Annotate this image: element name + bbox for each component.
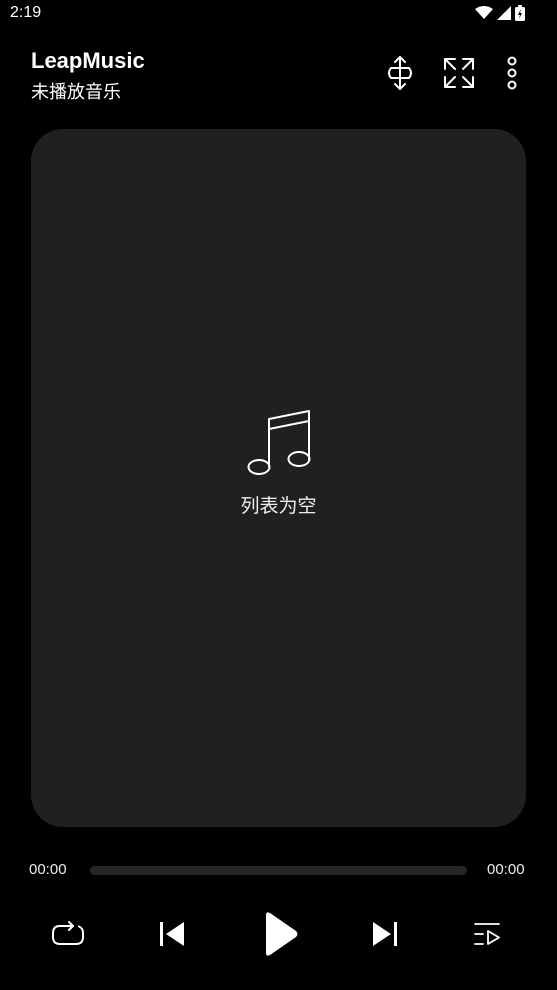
- more-options-button[interactable]: [494, 54, 530, 92]
- signal-icon: [497, 6, 511, 20]
- empty-state: 列表为空: [31, 409, 526, 518]
- wifi-icon: [475, 6, 493, 19]
- repeat-icon: [52, 921, 84, 945]
- current-time: 00:00: [29, 861, 67, 878]
- status-icons: [475, 5, 525, 21]
- play-button[interactable]: [256, 910, 304, 958]
- status-time: 2:19: [10, 4, 42, 21]
- next-button[interactable]: [361, 910, 409, 958]
- fullscreen-icon: [444, 58, 474, 88]
- playlist-button[interactable]: [464, 910, 512, 958]
- fullscreen-button[interactable]: [441, 54, 477, 92]
- progress-slider[interactable]: [90, 866, 467, 875]
- playlist-icon: [474, 923, 500, 945]
- empty-list-text: 列表为空: [240, 495, 317, 517]
- app-title: LeapMusic: [31, 48, 145, 73]
- next-icon: [373, 922, 397, 946]
- repeat-button[interactable]: [44, 910, 92, 958]
- play-icon: [266, 912, 298, 956]
- now-playing-subtitle: 未播放音乐: [31, 82, 121, 103]
- rotate-icon: [388, 56, 412, 90]
- player-card: 列表为空: [31, 129, 526, 827]
- battery-icon: [515, 5, 525, 21]
- total-time: 00:00: [487, 861, 525, 878]
- previous-icon: [160, 922, 184, 946]
- previous-button[interactable]: [148, 910, 196, 958]
- rotate-button[interactable]: [382, 54, 418, 92]
- more-vert-icon: [507, 56, 517, 90]
- music-note-icon: [247, 410, 310, 475]
